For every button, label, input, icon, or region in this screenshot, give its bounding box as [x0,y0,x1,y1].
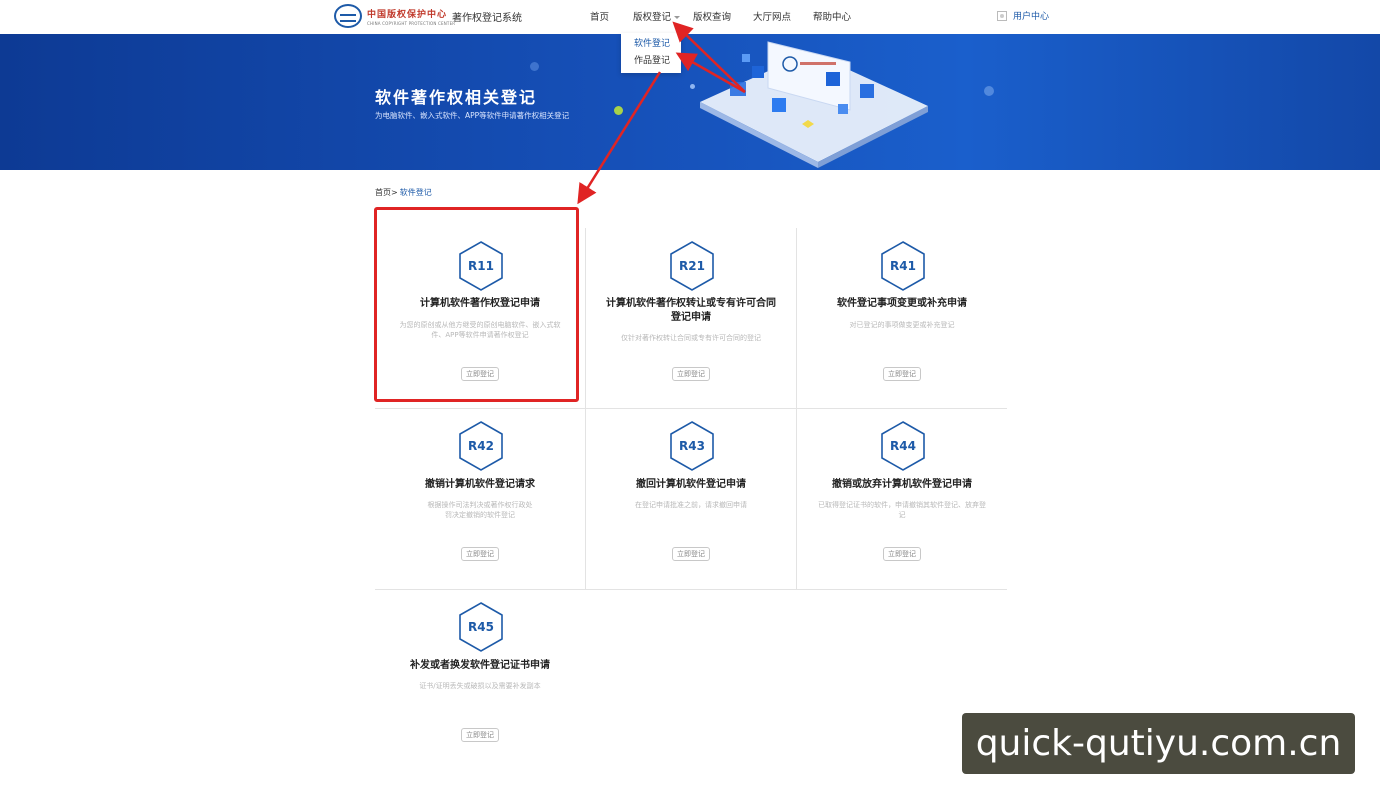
user-center-label: 用户中心 [1013,12,1050,22]
dropdown-item-software[interactable]: 软件登记 [634,36,670,49]
nav-copyright-query[interactable]: 版权查询 [693,9,731,23]
card-code: R11 [468,259,494,273]
card-description: 已取得登记证书的软件，申请撤销其软件登记、放弃登记 [818,501,986,519]
card-title: 软件登记事项变更或补充申请 [837,298,967,309]
breadcrumb-home[interactable]: 首页> [375,187,398,198]
decor-dot [614,106,623,115]
register-now-button[interactable]: 立即登记 [883,367,921,381]
breadcrumb: 首页> 软件登记 [375,187,432,198]
banner-title: 软件著作权相关登记 [375,88,538,107]
card-title: 撤销计算机软件登记请求 [425,479,535,490]
hexagon-badge-icon: R41 [879,240,927,292]
hexagon-badge-icon: R21 [668,240,716,292]
user-icon [997,10,1007,21]
card-description: 证书/证明丢失或破损以及需要补发副本 [419,682,541,690]
logo-name-en: CHINA COPYRIGHT PROTECTION CENTER [367,20,456,26]
card-code: R21 [679,259,705,273]
card-title: 计算机软件著作权转让或专有许可合同登记申请 [606,298,776,323]
nav-copyright-registration-label: 版权登记 [633,12,672,23]
hexagon-badge-icon: R11 [457,240,505,292]
hexagon-badge-icon: R44 [879,420,927,472]
card-code: R44 [890,439,916,453]
registration-card-r11[interactable]: R11 计算机软件著作权登记申请 为您的原创或从他方继受的原创电脑软件、嵌入式软… [375,228,585,408]
decor-dot [530,62,539,71]
user-center-link[interactable]: 用户中心 [997,9,1049,22]
card-description: 为您的原创或从他方继受的原创电脑软件、嵌入式软件、APP等软件申请著作权登记 [399,321,561,339]
site-logo[interactable]: 中国版权保护中心 CHINA COPYRIGHT PROTECTION CENT… [334,4,455,28]
breadcrumb-current: 软件登记 [399,188,432,197]
hexagon-badge-icon: R43 [668,420,716,472]
card-title: 补发或者换发软件登记证书申请 [410,660,550,671]
banner-subtitle: 为电脑软件、嵌入式软件、APP等软件申请著作权相关登记 [375,111,570,120]
nav-help-center[interactable]: 帮助中心 [813,9,851,23]
card-description: 根据操作司法判决或著作权行政处罚决定撤销的软件登记 [427,501,533,519]
hexagon-badge-icon: R45 [457,601,505,653]
registration-dropdown: 软件登记 作品登记 [621,33,681,73]
logo-emblem-icon [334,4,362,28]
registration-card-r41[interactable]: R41 软件登记事项变更或补充申请 对已登记的事项做变更或补充登记 立即登记 [797,228,1007,408]
dropdown-item-works[interactable]: 作品登记 [634,53,670,66]
watermark: quick-qutiyu.com.cn [962,713,1355,774]
card-code: R42 [468,439,494,453]
card-title: 撤回计算机软件登记申请 [636,479,746,490]
nav-copyright-registration[interactable]: 版权登记 [633,9,681,23]
card-title: 计算机软件著作权登记申请 [420,298,540,309]
card-description: 在登记申请批准之前，请求撤回申请 [635,501,747,509]
decor-dot [984,86,994,96]
nav-home[interactable]: 首页 [590,9,609,23]
card-description: 对已登记的事项做变更或补充登记 [849,321,955,329]
register-now-button[interactable]: 立即登记 [883,547,921,561]
system-title: 著作权登记系统 [452,13,522,24]
register-now-button[interactable]: 立即登记 [461,547,499,561]
registration-card-r42[interactable]: R42 撤销计算机软件登记请求 根据操作司法判决或著作权行政处罚决定撤销的软件登… [375,409,585,589]
logo-name-cn: 中国版权保护中心 [367,9,448,20]
isometric-illustration-icon [700,41,928,168]
registration-card-r45[interactable]: R45 补发或者换发软件登记证书申请 证书/证明丢失或破损以及需要补发副本 立即… [375,590,585,770]
card-code: R45 [468,620,494,634]
register-now-button[interactable]: 立即登记 [461,367,499,381]
register-now-button[interactable]: 立即登记 [672,367,710,381]
register-now-button[interactable]: 立即登记 [672,547,710,561]
card-title: 撤销或放弃计算机软件登记申请 [832,479,972,490]
card-description: 仅针对著作权转让合同或专有许可合同的登记 [621,334,761,342]
register-now-button[interactable]: 立即登记 [461,728,499,742]
chevron-down-icon [674,16,681,19]
registration-card-r21[interactable]: R21 计算机软件著作权转让或专有许可合同登记申请 仅针对著作权转让合同或专有许… [586,228,796,408]
hexagon-badge-icon: R42 [457,420,505,472]
registration-card-r44[interactable]: R44 撤销或放弃计算机软件登记申请 已取得登记证书的软件，申请撤销其软件登记、… [797,409,1007,589]
registration-card-r43[interactable]: R43 撤回计算机软件登记申请 在登记申请批准之前，请求撤回申请 立即登记 [586,409,796,589]
nav-service-halls[interactable]: 大厅网点 [753,9,791,23]
top-header: 中国版权保护中心 CHINA COPYRIGHT PROTECTION CENT… [0,0,1380,34]
card-code: R43 [679,439,705,453]
card-code: R41 [890,259,916,273]
hero-banner: 软件著作权相关登记 为电脑软件、嵌入式软件、APP等软件申请著作权相关登记 [0,34,1380,170]
